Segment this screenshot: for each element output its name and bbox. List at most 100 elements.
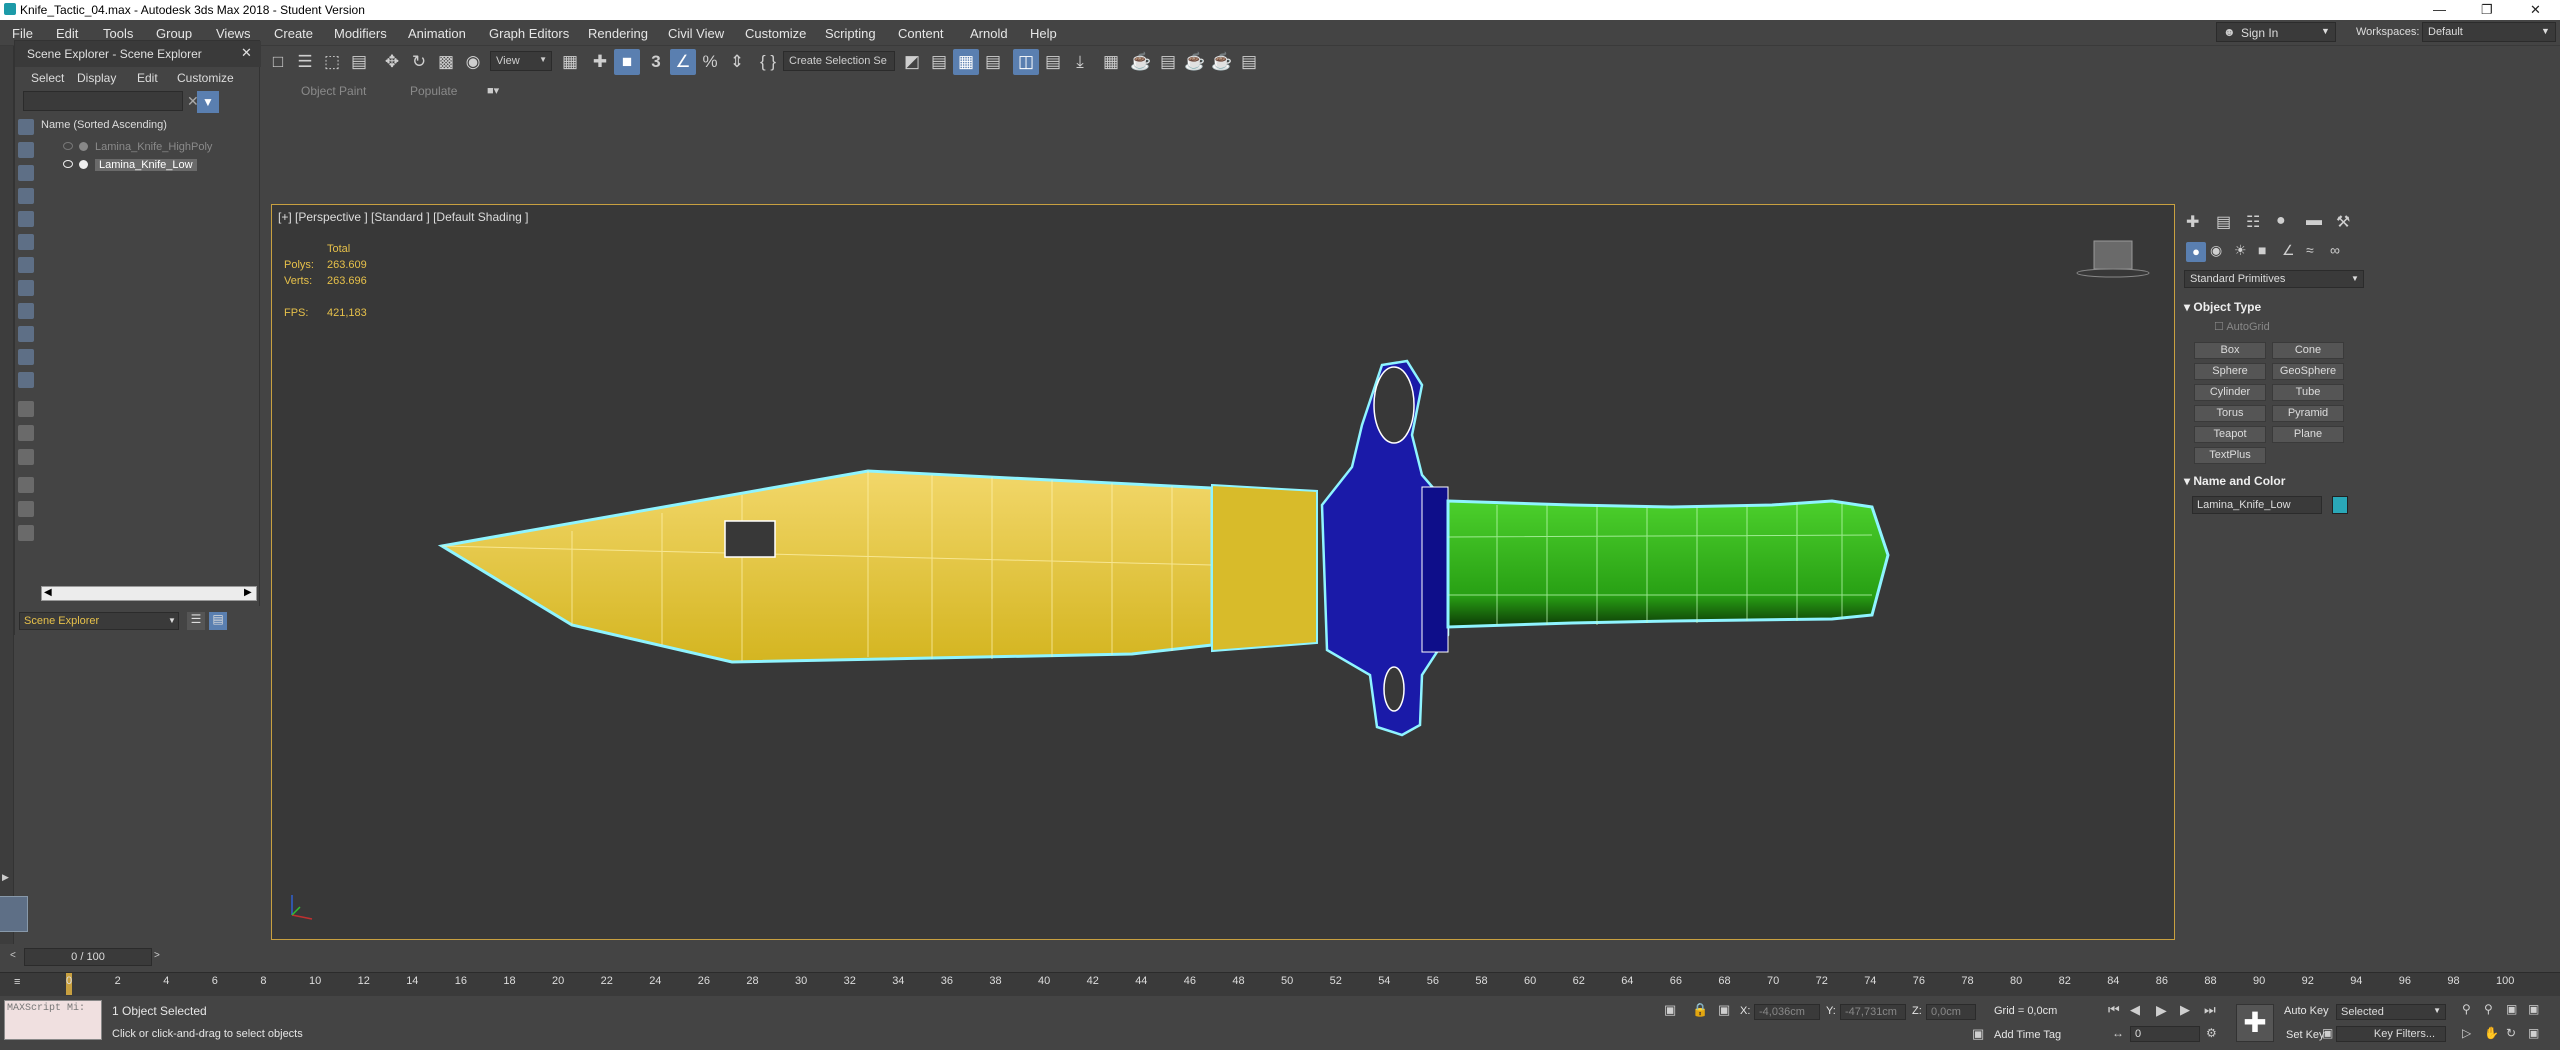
- filter-helpers-icon[interactable]: [18, 211, 34, 227]
- key-mode-icon[interactable]: ↔: [2112, 1026, 2124, 1040]
- pyramid-button[interactable]: Pyramid: [2272, 405, 2344, 422]
- zoom-extents-all-icon[interactable]: ▣: [2528, 1002, 2539, 1016]
- ribbon-tab-object-paint[interactable]: Object Paint: [301, 84, 366, 98]
- scene-menu-customize[interactable]: Customize: [177, 71, 234, 85]
- sign-in-button[interactable]: ☻ Sign In ▼: [2216, 22, 2336, 42]
- filter-xrefs-icon[interactable]: [18, 280, 34, 296]
- filter-containers-icon[interactable]: [18, 326, 34, 342]
- go-to-end-icon[interactable]: ⏭: [2204, 1002, 2216, 1018]
- menu-civil-view[interactable]: Civil View: [668, 26, 724, 41]
- previous-key-icon[interactable]: ◀: [2130, 1002, 2140, 1018]
- lights-icon[interactable]: ☀: [2234, 242, 2247, 259]
- visibility-icon[interactable]: [63, 160, 73, 168]
- align-icon[interactable]: ▤: [926, 49, 952, 75]
- filter-bones-icon[interactable]: [18, 303, 34, 319]
- scene-menu-edit[interactable]: Edit: [137, 71, 158, 85]
- knife-blade[interactable]: [437, 469, 1318, 664]
- object-name-input[interactable]: Lamina_Knife_Low: [2192, 496, 2322, 514]
- filter-spacewarps-icon[interactable]: [18, 234, 34, 250]
- auto-key-button[interactable]: Auto Key: [2284, 1005, 2329, 1017]
- filter-none-icon[interactable]: [18, 425, 34, 441]
- textplus-button[interactable]: TextPlus: [2194, 447, 2266, 464]
- ribbon-toggle-icon[interactable]: ◫: [1013, 49, 1039, 75]
- object-type-rollout[interactable]: ▾ Object Type: [2184, 300, 2261, 314]
- render-in-cloud-icon[interactable]: ▤: [1236, 49, 1262, 75]
- knife-handle[interactable]: [1446, 499, 1890, 629]
- name-and-color-rollout[interactable]: ▾ Name and Color: [2184, 474, 2285, 488]
- menu-rendering[interactable]: Rendering: [588, 26, 648, 41]
- menu-modifiers[interactable]: Modifiers: [334, 26, 387, 41]
- filter-hidden-icon[interactable]: [18, 372, 34, 388]
- snaps-toggle-icon[interactable]: 3: [643, 49, 669, 75]
- scene-menu-display[interactable]: Display: [77, 71, 116, 85]
- filter-groups-icon[interactable]: [18, 257, 34, 273]
- field-of-view-icon[interactable]: ▷: [2462, 1026, 2471, 1040]
- time-slider[interactable]: 0 / 100: [24, 948, 152, 966]
- cylinder-button[interactable]: Cylinder: [2194, 384, 2266, 401]
- workspace-select[interactable]: Default ▼: [2422, 22, 2556, 42]
- schematic-view-icon[interactable]: ⤓: [1067, 49, 1093, 75]
- expand-arrow-icon[interactable]: ▶: [2, 872, 9, 883]
- menu-edit[interactable]: Edit: [56, 26, 78, 41]
- restore-icon[interactable]: ❐: [2481, 2, 2493, 18]
- list-item[interactable]: Lamina_Knife_Low: [45, 157, 257, 175]
- selection-set-select[interactable]: Create Selection Se: [783, 51, 895, 71]
- previous-frame-icon[interactable]: <: [10, 950, 16, 961]
- torus-button[interactable]: Torus: [2194, 405, 2266, 422]
- window-crossing-icon[interactable]: ▤: [346, 49, 372, 75]
- filter-all-icon[interactable]: [18, 401, 34, 417]
- rectangular-selection-icon[interactable]: ⬚: [319, 49, 345, 75]
- time-configuration-icon[interactable]: ⚙: [2206, 1026, 2217, 1040]
- scroll-left-icon[interactable]: ◀: [44, 587, 52, 598]
- scale-icon[interactable]: ▩: [433, 49, 459, 75]
- menu-customize[interactable]: Customize: [745, 26, 806, 41]
- orbit-icon[interactable]: ↻: [2506, 1026, 2516, 1040]
- scene-explorer-toggle-icon[interactable]: ▦: [953, 49, 979, 75]
- layers-icon[interactable]: ☰: [187, 612, 205, 630]
- reference-coordinate-select[interactable]: View ▼: [490, 51, 552, 71]
- menu-views[interactable]: Views: [216, 26, 250, 41]
- helpers-icon[interactable]: ∠: [2282, 242, 2295, 259]
- key-filters-button[interactable]: Key Filters...: [2336, 1026, 2446, 1042]
- box-button[interactable]: Box: [2194, 342, 2266, 359]
- place-icon[interactable]: ◉: [460, 49, 486, 75]
- filter-lights-icon[interactable]: [18, 165, 34, 181]
- menu-tools[interactable]: Tools: [103, 26, 133, 41]
- menu-graph-editors[interactable]: Graph Editors: [489, 26, 569, 41]
- teapot-button[interactable]: Teapot: [2194, 426, 2266, 443]
- absolute-mode-icon[interactable]: ▣: [1718, 1002, 1730, 1018]
- selection-lock-icon[interactable]: 🔒: [1692, 1002, 1708, 1018]
- filter-invert-icon[interactable]: [18, 449, 34, 465]
- select-manipulate-icon[interactable]: ✚: [587, 49, 613, 75]
- z-coordinate-field[interactable]: 0,0cm: [1926, 1004, 1976, 1020]
- zoom-icon[interactable]: ⚲: [2462, 1002, 2471, 1016]
- list-item[interactable]: Lamina_Knife_HighPoly: [45, 139, 257, 157]
- menu-scripting[interactable]: Scripting: [825, 26, 876, 41]
- trackbar-menu-icon[interactable]: ≡: [14, 976, 20, 988]
- render-iterative-icon[interactable]: ☕: [1209, 49, 1235, 75]
- pan-view-icon[interactable]: ✋: [2484, 1026, 2499, 1040]
- name-column-header[interactable]: Name (Sorted Ascending): [41, 119, 167, 131]
- play-icon[interactable]: ▶: [2156, 1002, 2167, 1019]
- set-key-icon[interactable]: ✚: [2236, 1004, 2274, 1042]
- next-key-icon[interactable]: ▶: [2180, 1002, 2190, 1018]
- go-to-start-icon[interactable]: ⏮: [2108, 1002, 2120, 1018]
- create-tab-icon[interactable]: ✚: [2186, 212, 2199, 232]
- isolate-selection-icon[interactable]: ▣: [1664, 1002, 1676, 1018]
- cone-button[interactable]: Cone: [2272, 342, 2344, 359]
- sort-hierarchy-icon[interactable]: ▤: [209, 612, 227, 630]
- minimize-icon[interactable]: —: [2433, 2, 2446, 17]
- rendered-frame-window-icon[interactable]: ▤: [1155, 49, 1181, 75]
- tube-button[interactable]: Tube: [2272, 384, 2344, 401]
- named-selection-icon[interactable]: { }: [755, 49, 781, 75]
- display-tab-icon[interactable]: ▬: [2306, 212, 2322, 230]
- render-production-icon[interactable]: ☕: [1182, 49, 1208, 75]
- filter-frozen-icon[interactable]: [18, 349, 34, 365]
- set-key-button[interactable]: Set Key: [2286, 1029, 2325, 1041]
- track-bar[interactable]: ≡ 0 2 4 6 8 10 12 14 16 18 20 22 24 26 28 30 32 34 36 38 40 4…: [0, 972, 2560, 996]
- menu-arnold[interactable]: Arnold: [970, 26, 1008, 41]
- scene-search-input[interactable]: [23, 91, 183, 111]
- ribbon-options-icon[interactable]: ■▾: [487, 84, 499, 97]
- geosphere-button[interactable]: GeoSphere: [2272, 363, 2344, 380]
- viewcube[interactable]: [2076, 240, 2150, 278]
